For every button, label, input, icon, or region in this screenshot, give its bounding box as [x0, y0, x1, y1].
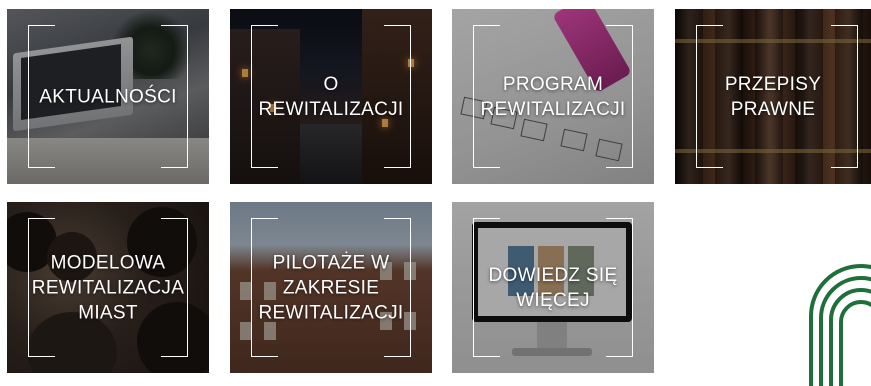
logo-arcs-icon — [809, 264, 871, 386]
tile-label: MODELOWA REWITALIZACJA MIAST — [31, 252, 185, 323]
tile-label: AKTUALNOŚCI — [39, 86, 177, 107]
tile-modelowa-rewitalizacja-miast[interactable]: MODELOWA REWITALIZACJA MIAST — [7, 202, 209, 373]
tile-label: O REWITALIZACJI — [258, 73, 404, 120]
tile-dowiedz-sie-wiecej[interactable]: DOWIEDZ SIĘ WIĘCEJ — [452, 202, 654, 373]
tile-aktualnosci[interactable]: AKTUALNOŚCI — [7, 9, 209, 184]
tile-pilotaze-w-zakresie-rewitalizacji[interactable]: PILOTAŻE W ZAKRESIE REWITALIZACJI — [230, 202, 432, 373]
tile-o-rewitalizacji[interactable]: O REWITALIZACJI — [230, 9, 432, 184]
tile-przepisy-prawne[interactable]: PRZEPISY PRAWNE — [675, 9, 871, 184]
tile-label: PROGRAM REWITALIZACJI — [480, 73, 626, 120]
tile-label: PRZEPISY PRAWNE — [724, 73, 822, 120]
tile-label: DOWIEDZ SIĘ WIĘCEJ — [488, 264, 618, 311]
tile-program-rewitalizacji[interactable]: PROGRAM REWITALIZACJI — [452, 9, 654, 184]
tile-label: PILOTAŻE W ZAKRESIE REWITALIZACJI — [258, 252, 404, 323]
